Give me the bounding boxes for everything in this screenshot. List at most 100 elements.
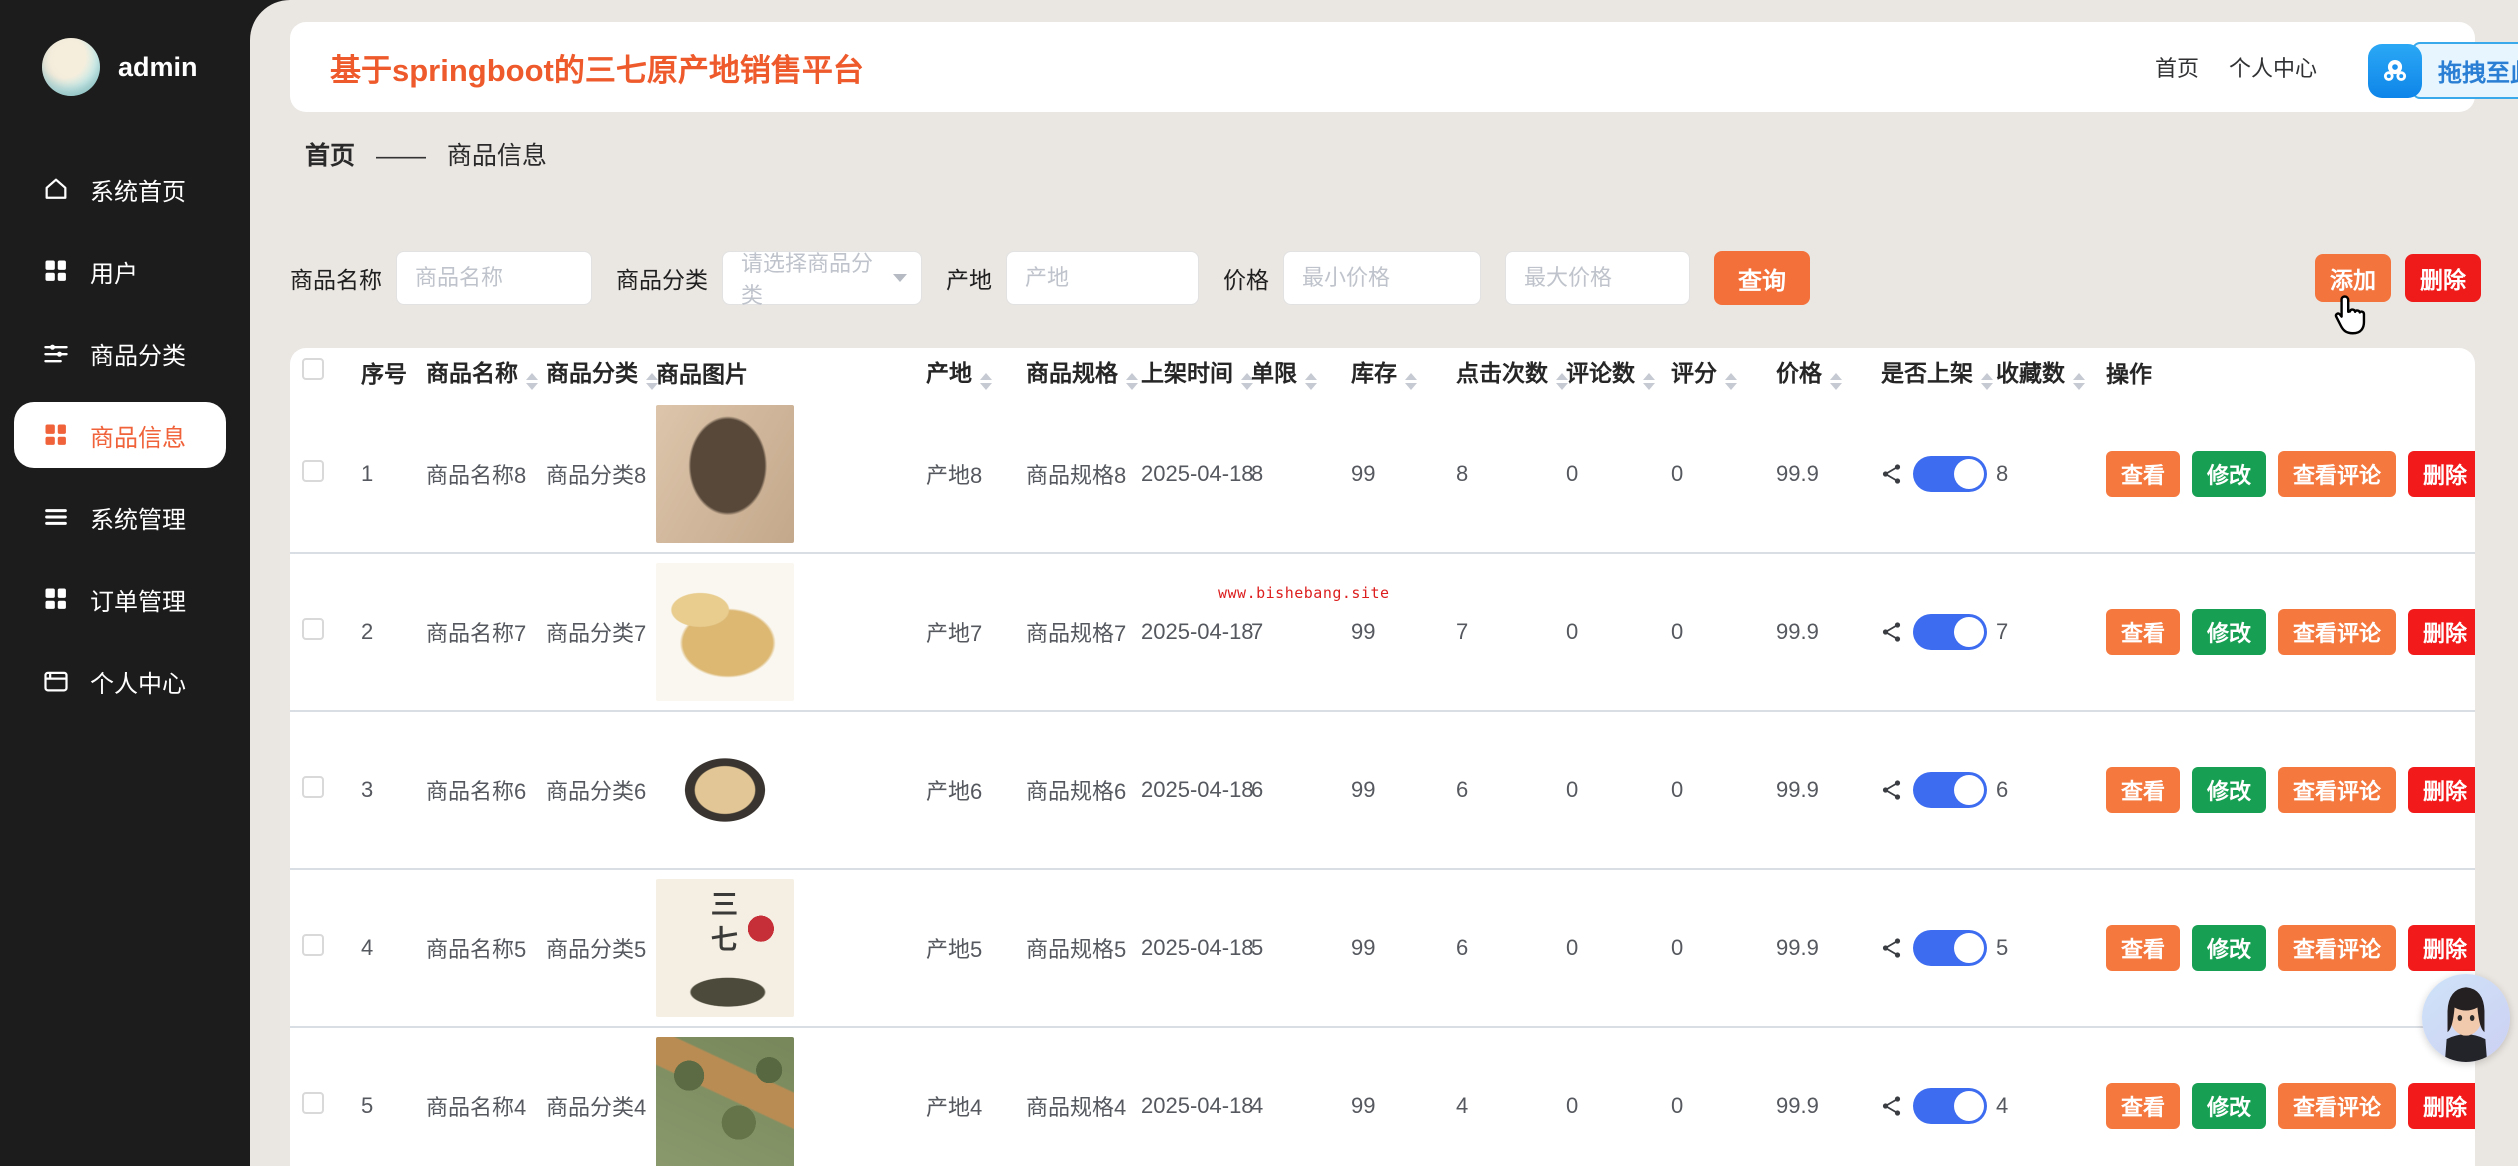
header-nav: 首页 个人中心 <box>2155 51 2317 83</box>
grid-icon <box>42 585 70 613</box>
share-icon[interactable] <box>1881 1095 1903 1117</box>
product-image[interactable] <box>656 721 794 859</box>
price-max-input[interactable] <box>1505 251 1690 305</box>
col-category[interactable]: 商品分类 <box>530 354 640 390</box>
edit-button[interactable]: 修改 <box>2192 451 2266 497</box>
view-comments-button[interactable]: 查看评论 <box>2278 451 2396 497</box>
row-checkbox[interactable] <box>302 618 324 640</box>
nav-personal-center-link[interactable]: 个人中心 <box>2229 51 2317 83</box>
product-image[interactable]: 三七 <box>656 879 794 1017</box>
filter-bar: 商品名称 商品分类 请选择商品分类 产地 价格 查询 <box>290 250 1810 306</box>
select-all-checkbox[interactable] <box>302 358 324 380</box>
on-shelf-toggle[interactable] <box>1913 614 1987 650</box>
price-min-input[interactable] <box>1283 251 1481 305</box>
product-image[interactable] <box>656 1037 794 1166</box>
sidebar-item-home[interactable]: 系统首页 <box>0 148 250 230</box>
row-delete-button[interactable]: 删除 <box>2408 767 2475 813</box>
on-shelf-toggle[interactable] <box>1913 772 1987 808</box>
row-delete-button[interactable]: 删除 <box>2408 925 2475 971</box>
edit-button[interactable]: 修改 <box>2192 1083 2266 1129</box>
nav-home-link[interactable]: 首页 <box>2155 51 2199 83</box>
edit-button[interactable]: 修改 <box>2192 609 2266 655</box>
assistant-avatar-button[interactable] <box>2422 974 2510 1062</box>
share-icon[interactable] <box>1881 621 1903 643</box>
edit-button[interactable]: 修改 <box>2192 767 2266 813</box>
col-on-shelf[interactable]: 是否上架 <box>1865 354 1980 390</box>
col-origin[interactable]: 产地 <box>910 354 1010 390</box>
share-icon[interactable] <box>1881 779 1903 801</box>
col-clicks[interactable]: 点击次数 <box>1440 354 1550 390</box>
sort-icon[interactable] <box>1405 373 1417 390</box>
on-shelf-toggle[interactable] <box>1913 1088 1987 1124</box>
sort-icon[interactable] <box>1725 373 1737 390</box>
sidebar-item-users[interactable]: 用户 <box>0 230 250 312</box>
breadcrumb-home[interactable]: 首页 <box>305 142 355 170</box>
on-shelf-toggle[interactable] <box>1913 930 1987 966</box>
on-shelf-toggle[interactable] <box>1913 456 1987 492</box>
product-image[interactable] <box>656 405 794 543</box>
origin-filter-input[interactable] <box>1006 251 1199 305</box>
cell-favorites: 7 <box>1980 619 2090 645</box>
col-name[interactable]: 商品名称 <box>410 354 530 390</box>
cell-stock: 99 <box>1335 935 1440 961</box>
cell-stock: 99 <box>1335 777 1440 803</box>
sort-icon[interactable] <box>980 373 992 390</box>
view-comments-button[interactable]: 查看评论 <box>2278 1083 2396 1129</box>
edit-button[interactable]: 修改 <box>2192 925 2266 971</box>
sidebar-item-system-management[interactable]: 系统管理 <box>0 476 250 558</box>
col-favorites[interactable]: 收藏数 <box>1980 354 2090 390</box>
cell-index: 5 <box>345 1093 410 1119</box>
row-delete-button[interactable]: 删除 <box>2408 1083 2475 1129</box>
category-filter-select[interactable]: 请选择商品分类 <box>722 251 922 305</box>
col-date[interactable]: 上架时间 <box>1125 354 1235 390</box>
col-limit[interactable]: 单限 <box>1235 354 1335 390</box>
view-comments-button[interactable]: 查看评论 <box>2278 925 2396 971</box>
view-button[interactable]: 查看 <box>2106 925 2180 971</box>
row-checkbox[interactable] <box>302 1092 324 1114</box>
row-delete-button[interactable]: 删除 <box>2408 451 2475 497</box>
sort-icon[interactable] <box>1830 373 1842 390</box>
user-avatar[interactable] <box>42 38 100 96</box>
col-comments[interactable]: 评论数 <box>1550 354 1655 390</box>
sort-icon[interactable] <box>1643 373 1655 390</box>
col-spec[interactable]: 商品规格 <box>1010 354 1125 390</box>
cell-origin: 产地5 <box>910 932 1010 964</box>
cell-price: 99.9 <box>1760 777 1865 803</box>
name-filter-input[interactable] <box>396 251 592 305</box>
row-delete-button[interactable]: 删除 <box>2408 609 2475 655</box>
cell-rating: 0 <box>1655 461 1760 487</box>
view-button[interactable]: 查看 <box>2106 451 2180 497</box>
username: admin <box>118 52 198 83</box>
sort-icon[interactable] <box>2073 373 2085 390</box>
sort-icon[interactable] <box>1305 373 1317 390</box>
product-image-caption: 三七 <box>703 890 742 960</box>
view-comments-button[interactable]: 查看评论 <box>2278 609 2396 655</box>
delete-button[interactable]: 删除 <box>2405 254 2481 302</box>
view-comments-button[interactable]: 查看评论 <box>2278 767 2396 813</box>
search-button[interactable]: 查询 <box>1714 251 1810 305</box>
product-image[interactable] <box>656 563 794 701</box>
drag-upload-widget[interactable]: 拖拽至此上传 <box>2368 42 2518 99</box>
cell-comments: 0 <box>1550 935 1655 961</box>
sidebar-item-product-info[interactable]: 商品信息 <box>14 402 226 468</box>
cell-index: 2 <box>345 619 410 645</box>
row-checkbox[interactable] <box>302 776 324 798</box>
col-price[interactable]: 价格 <box>1760 354 1865 390</box>
cell-limit: 7 <box>1235 619 1335 645</box>
sidebar-item-product-category[interactable]: 商品分类 <box>0 312 250 394</box>
cell-category: 商品分类6 <box>530 774 640 806</box>
view-button[interactable]: 查看 <box>2106 1083 2180 1129</box>
cell-origin: 产地6 <box>910 774 1010 806</box>
sidebar-item-personal-center[interactable]: 个人中心 <box>0 640 250 722</box>
col-stock[interactable]: 库存 <box>1335 354 1440 390</box>
col-rating[interactable]: 评分 <box>1655 354 1760 390</box>
cell-stock: 99 <box>1335 619 1440 645</box>
view-button[interactable]: 查看 <box>2106 767 2180 813</box>
row-checkbox[interactable] <box>302 460 324 482</box>
row-checkbox[interactable] <box>302 934 324 956</box>
share-icon[interactable] <box>1881 937 1903 959</box>
chevron-down-icon <box>893 274 907 282</box>
view-button[interactable]: 查看 <box>2106 609 2180 655</box>
share-icon[interactable] <box>1881 463 1903 485</box>
sidebar-item-order-management[interactable]: 订单管理 <box>0 558 250 640</box>
